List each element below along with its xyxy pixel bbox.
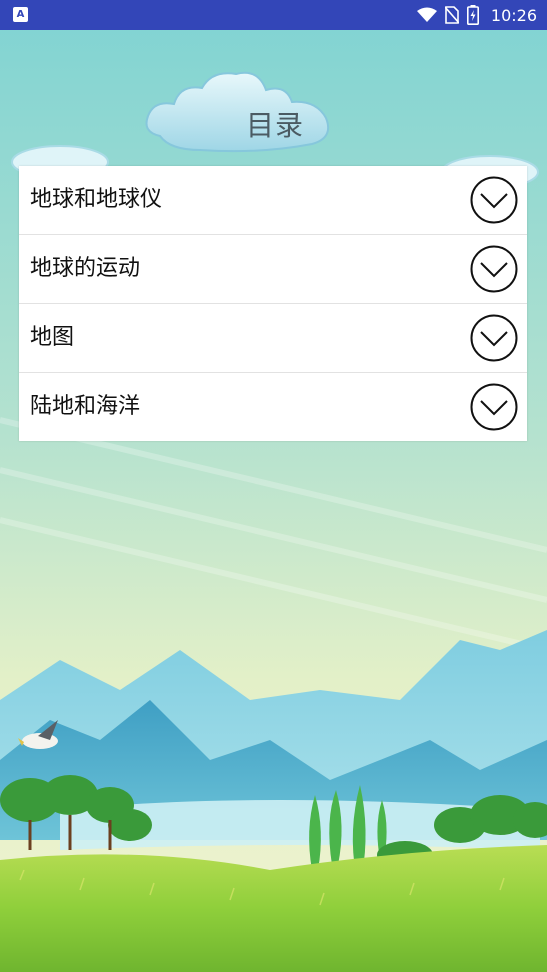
chevron-down-circle-icon[interactable] — [470, 314, 518, 362]
battery-charging-icon — [466, 5, 479, 25]
catalog-item[interactable]: 地图 — [19, 304, 527, 373]
catalog-item-label: 陆地和海洋 — [30, 394, 141, 419]
status-bar: A 10:26 — [0, 0, 547, 30]
catalog-item-label: 地球和地球仪 — [30, 187, 163, 212]
no-sim-icon — [444, 6, 459, 24]
catalog-item-label: 地球的运动 — [30, 256, 141, 281]
status-time: 10:26 — [490, 5, 537, 25]
chevron-down-circle-icon[interactable] — [470, 176, 518, 224]
status-icons: 10:26 — [416, 0, 537, 30]
catalog-list: 地球和地球仪 地球的运动 地图 陆地和海洋 — [19, 166, 527, 441]
catalog-item-label: 地图 — [30, 325, 75, 350]
chevron-down-circle-icon[interactable] — [470, 245, 518, 293]
chevron-down-circle-icon[interactable] — [470, 383, 518, 431]
page-title: 目录 — [245, 109, 304, 142]
catalog-item[interactable]: 地球的运动 — [19, 235, 527, 304]
wifi-icon — [416, 7, 437, 22]
catalog-item[interactable]: 陆地和海洋 — [19, 373, 527, 441]
app-notification-icon: A — [13, 7, 28, 22]
catalog-item[interactable]: 地球和地球仪 — [19, 166, 527, 235]
